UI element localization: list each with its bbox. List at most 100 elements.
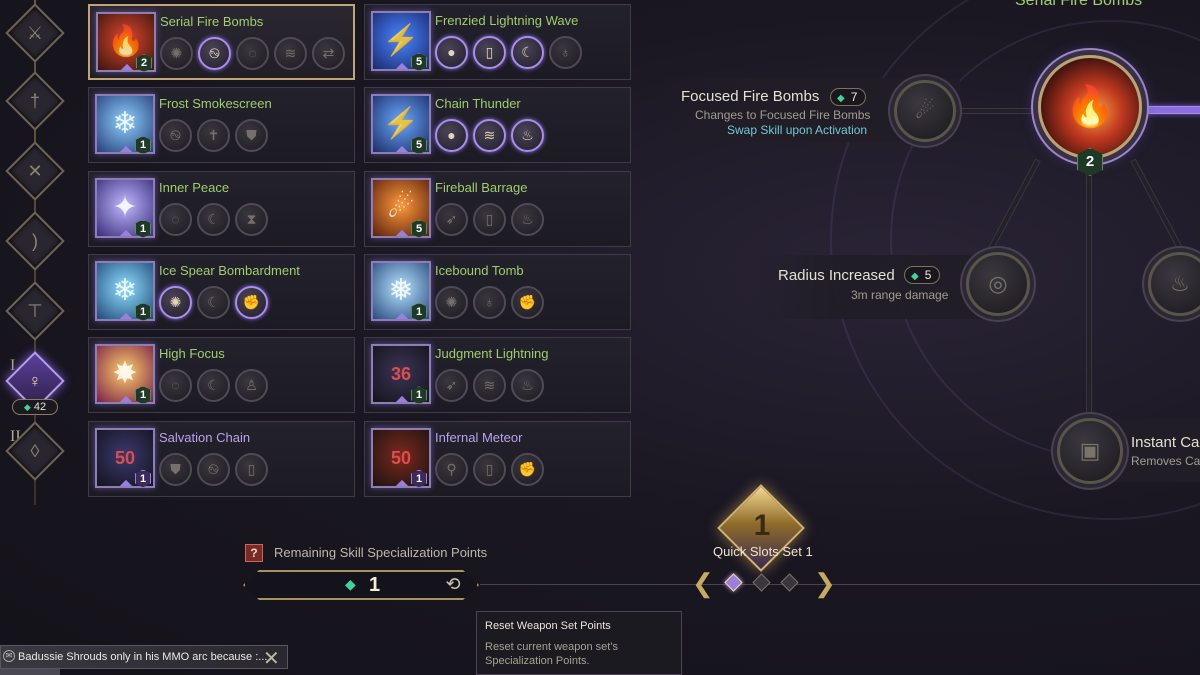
skill-card[interactable]: ❄ 1 Frost Smokescreen ࿊ ✝ ⛊ bbox=[88, 87, 355, 164]
crescent-icon[interactable]: ☾ bbox=[197, 202, 230, 236]
gem-icon: ◆ bbox=[911, 271, 919, 282]
weapon-node-daggers[interactable]: ✕ bbox=[5, 141, 65, 201]
quick-slot-dot-1[interactable] bbox=[724, 573, 743, 592]
skill-modifiers: ✺ ࿊ ◌ ≋ ⇄ bbox=[160, 37, 345, 70]
scroll-icon[interactable]: ▯ bbox=[473, 36, 506, 69]
ring-icon[interactable]: ◌ bbox=[236, 37, 269, 70]
skill-card[interactable]: ☄ 5 Fireball Barrage ➶ ▯ ♨ bbox=[364, 170, 631, 247]
swirl-icon[interactable]: ࿊ bbox=[197, 452, 230, 486]
ring-icon[interactable]: ◌ bbox=[159, 202, 192, 236]
burst-icon[interactable]: ✺ bbox=[435, 285, 468, 319]
skill-modifiers: ● ≋ ♨ bbox=[435, 119, 544, 153]
weapon-node-bow[interactable]: ) bbox=[5, 211, 65, 271]
skill-modifiers: ࿊ ✝ ⛊ bbox=[159, 119, 268, 153]
help-icon[interactable]: ? bbox=[245, 544, 263, 562]
radius-cost-value: 5 bbox=[924, 268, 932, 282]
skill-card[interactable]: ❅ 1 Icebound Tomb ✺ ♁ ✊ bbox=[364, 253, 631, 330]
reset-points-button[interactable]: ⟲ bbox=[441, 572, 465, 596]
fist-icon[interactable]: ✊ bbox=[235, 285, 268, 319]
fire-bomb-icon: 🔥 bbox=[1065, 85, 1115, 129]
pin-icon[interactable]: ⚲ bbox=[435, 452, 468, 486]
radius-increased-node[interactable]: ◎ bbox=[966, 252, 1030, 316]
wave-icon[interactable]: ≋ bbox=[473, 119, 506, 153]
skill-card[interactable]: ⚡ 5 Chain Thunder ● ≋ ♨ bbox=[364, 87, 631, 164]
gem-icon: ◆ bbox=[345, 576, 356, 592]
sword-icon: ⚔ bbox=[26, 23, 44, 43]
wave-icon[interactable]: ≋ bbox=[274, 37, 307, 70]
pouch-icon[interactable]: ♁ bbox=[473, 285, 506, 319]
swap-icon[interactable]: ⇄ bbox=[312, 37, 345, 70]
reset-icon: ⟲ bbox=[445, 574, 461, 594]
weapon-points-value: 42 bbox=[33, 401, 47, 413]
swirl-icon[interactable]: ࿊ bbox=[198, 37, 231, 70]
burst-icon[interactable]: ✺ bbox=[159, 285, 192, 319]
figure-icon[interactable]: ♙ bbox=[235, 369, 268, 403]
bow-icon: ) bbox=[32, 231, 38, 251]
gem-icon: ◆ bbox=[837, 93, 845, 104]
skill-name: Serial Fire Bombs bbox=[160, 14, 264, 29]
flame-icon[interactable]: ♨ bbox=[511, 369, 544, 403]
weapon-node-crossbow[interactable]: ⊤ bbox=[5, 281, 65, 341]
skill-card[interactable]: 36 1 Judgment Lightning ➶ ≋ ♨ bbox=[364, 337, 631, 414]
scroll-icon[interactable]: ▯ bbox=[473, 452, 506, 486]
tree-title: Serial Fire Bombs bbox=[1015, 0, 1143, 9]
flame-icon[interactable]: ♨ bbox=[511, 119, 544, 153]
skill-modifiers: ➶ ≋ ♨ bbox=[435, 369, 544, 403]
focused-fire-bombs-node[interactable]: ☄ bbox=[894, 80, 956, 142]
skill-name: Salvation Chain bbox=[159, 429, 251, 445]
skill-card[interactable]: 50 1 Salvation Chain ⛊ ࿊ ▯ bbox=[88, 420, 355, 497]
arrow-icon[interactable]: ➶ bbox=[435, 369, 468, 403]
flame-icon[interactable]: ♨ bbox=[511, 202, 544, 236]
burst-icon[interactable]: ✺ bbox=[160, 37, 193, 70]
scroll-icon[interactable]: ▯ bbox=[235, 452, 268, 486]
skill-card[interactable]: 🔥 2 Serial Fire Bombs ✺ ࿊ ◌ ≋ ⇄ bbox=[88, 4, 355, 80]
timer-icon[interactable]: ⧗ bbox=[235, 202, 268, 236]
chevron-left-icon: ❮ bbox=[692, 568, 714, 598]
skill-name: Fireball Barrage bbox=[435, 179, 528, 195]
wave-icon[interactable]: ≋ bbox=[473, 369, 506, 403]
quick-slot-dot-3[interactable] bbox=[780, 573, 799, 592]
quick-slot-dot-2[interactable] bbox=[752, 573, 771, 592]
greatsword-icon: † bbox=[29, 91, 40, 111]
shield-icon[interactable]: ⛊ bbox=[159, 452, 192, 486]
quick-slot-prev-button[interactable]: ❮ bbox=[692, 568, 714, 599]
skill-card[interactable]: ✸ 1 High Focus ◌ ☾ ♙ bbox=[88, 337, 355, 414]
skill-card[interactable]: ✦ 1 Inner Peace ◌ ☾ ⧗ bbox=[88, 170, 355, 247]
skill-modifiers: ⚲ ▯ ✊ bbox=[435, 452, 544, 486]
weapon-node-sword[interactable]: ⚔ bbox=[5, 3, 65, 63]
skill-modifiers: ➶ ▯ ♨ bbox=[435, 202, 544, 236]
skill-card[interactable]: ⚡ 5 Frenzied Lightning Wave ● ▯ ☾ ♁ bbox=[364, 4, 631, 80]
chat-text: Badussie Shrouds only in his MMO arc bec… bbox=[18, 651, 268, 663]
quick-slot-next-button[interactable]: ❯ bbox=[814, 568, 836, 599]
ring-icon[interactable]: ◌ bbox=[159, 369, 192, 403]
crescent-icon[interactable]: ☾ bbox=[511, 36, 544, 69]
arrow-icon[interactable]: ➶ bbox=[435, 202, 468, 236]
pouch-icon[interactable]: ♁ bbox=[549, 36, 582, 69]
shield-icon[interactable]: ⛊ bbox=[235, 119, 268, 153]
skill-modifiers: ● ▯ ☾ ♁ bbox=[435, 36, 582, 69]
cross-icon[interactable]: ✝ bbox=[197, 119, 230, 153]
main-skill-node[interactable]: 🔥 bbox=[1038, 55, 1142, 159]
skill-name: Ice Spear Bombardment bbox=[159, 262, 300, 278]
skill-card[interactable]: 50 1 Infernal Meteor ⚲ ▯ ✊ bbox=[364, 420, 631, 497]
fist-icon[interactable]: ✊ bbox=[511, 452, 544, 486]
bomb-icon[interactable]: ● bbox=[435, 36, 468, 69]
chat-notification[interactable]: ✉ Badussie Shrouds only in his MMO arc b… bbox=[0, 645, 288, 671]
instant-cast-node[interactable]: ▣ bbox=[1057, 418, 1123, 484]
weapon-rail: ⚔ † ✕ ) ⊤ I ♀ ◆ 42 II ◊ bbox=[0, 0, 70, 520]
crossbow-icon: ⊤ bbox=[27, 301, 43, 321]
fist-icon[interactable]: ✊ bbox=[511, 285, 544, 319]
tree-connector-active bbox=[1145, 106, 1200, 114]
scroll-icon[interactable]: ▯ bbox=[473, 202, 506, 236]
weapon-node-greatsword[interactable]: † bbox=[5, 71, 65, 131]
instant-name: Instant Ca bbox=[1131, 434, 1200, 451]
crescent-icon[interactable]: ☾ bbox=[197, 285, 230, 319]
bomb-icon[interactable]: ● bbox=[435, 119, 468, 153]
skill-card[interactable]: ❄ 1 Ice Spear Bombardment ✺ ☾ ✊ bbox=[88, 253, 355, 330]
remaining-points-label: Remaining Skill Specialization Points bbox=[274, 545, 488, 560]
swirl-icon[interactable]: ࿊ bbox=[159, 119, 192, 153]
close-icon[interactable]: ✕ bbox=[263, 646, 280, 671]
crescent-icon[interactable]: ☾ bbox=[197, 369, 230, 403]
tree-connector bbox=[958, 108, 1038, 114]
chat-tab[interactable] bbox=[0, 669, 60, 675]
